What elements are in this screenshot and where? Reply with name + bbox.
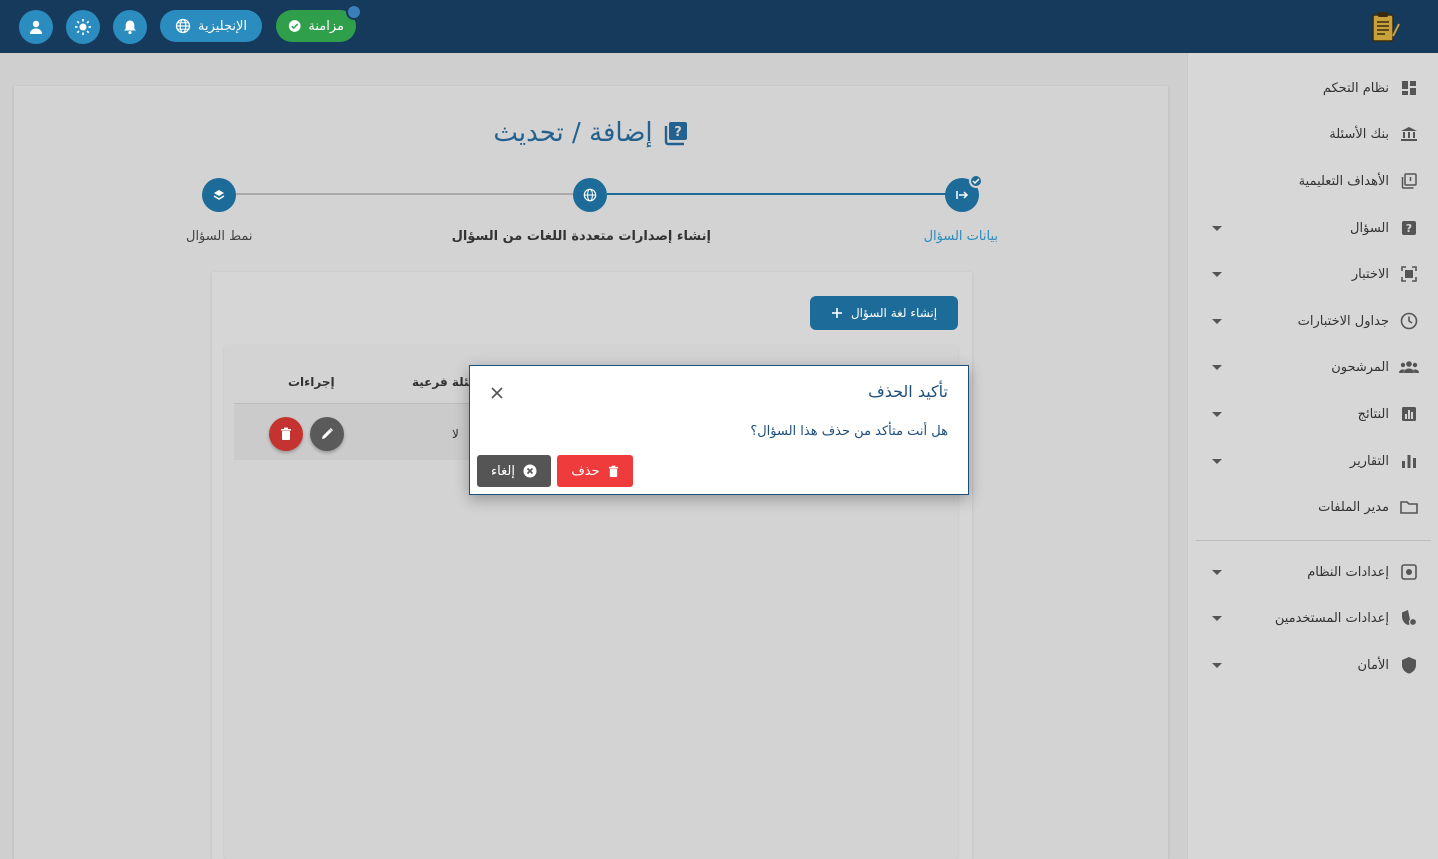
close-icon — [491, 387, 503, 399]
cancel-button[interactable]: إلغاء — [477, 455, 551, 487]
dialog-title: تأكيد الحذف — [868, 382, 948, 401]
cancel-label: إلغاء — [491, 463, 515, 479]
modal-overlay[interactable]: تأكيد الحذف هل أنت متأكد من حذف هذا السؤ… — [0, 0, 1438, 859]
confirm-delete-dialog: تأكيد الحذف هل أنت متأكد من حذف هذا السؤ… — [469, 365, 969, 495]
delete-label: حذف — [571, 463, 600, 479]
trash-icon — [608, 465, 618, 477]
dialog-message: هل أنت متأكد من حذف هذا السؤال؟ — [750, 424, 948, 439]
confirm-delete-button[interactable]: حذف — [557, 455, 633, 487]
dialog-close-button[interactable] — [488, 384, 506, 402]
close-circle-icon — [523, 464, 537, 478]
